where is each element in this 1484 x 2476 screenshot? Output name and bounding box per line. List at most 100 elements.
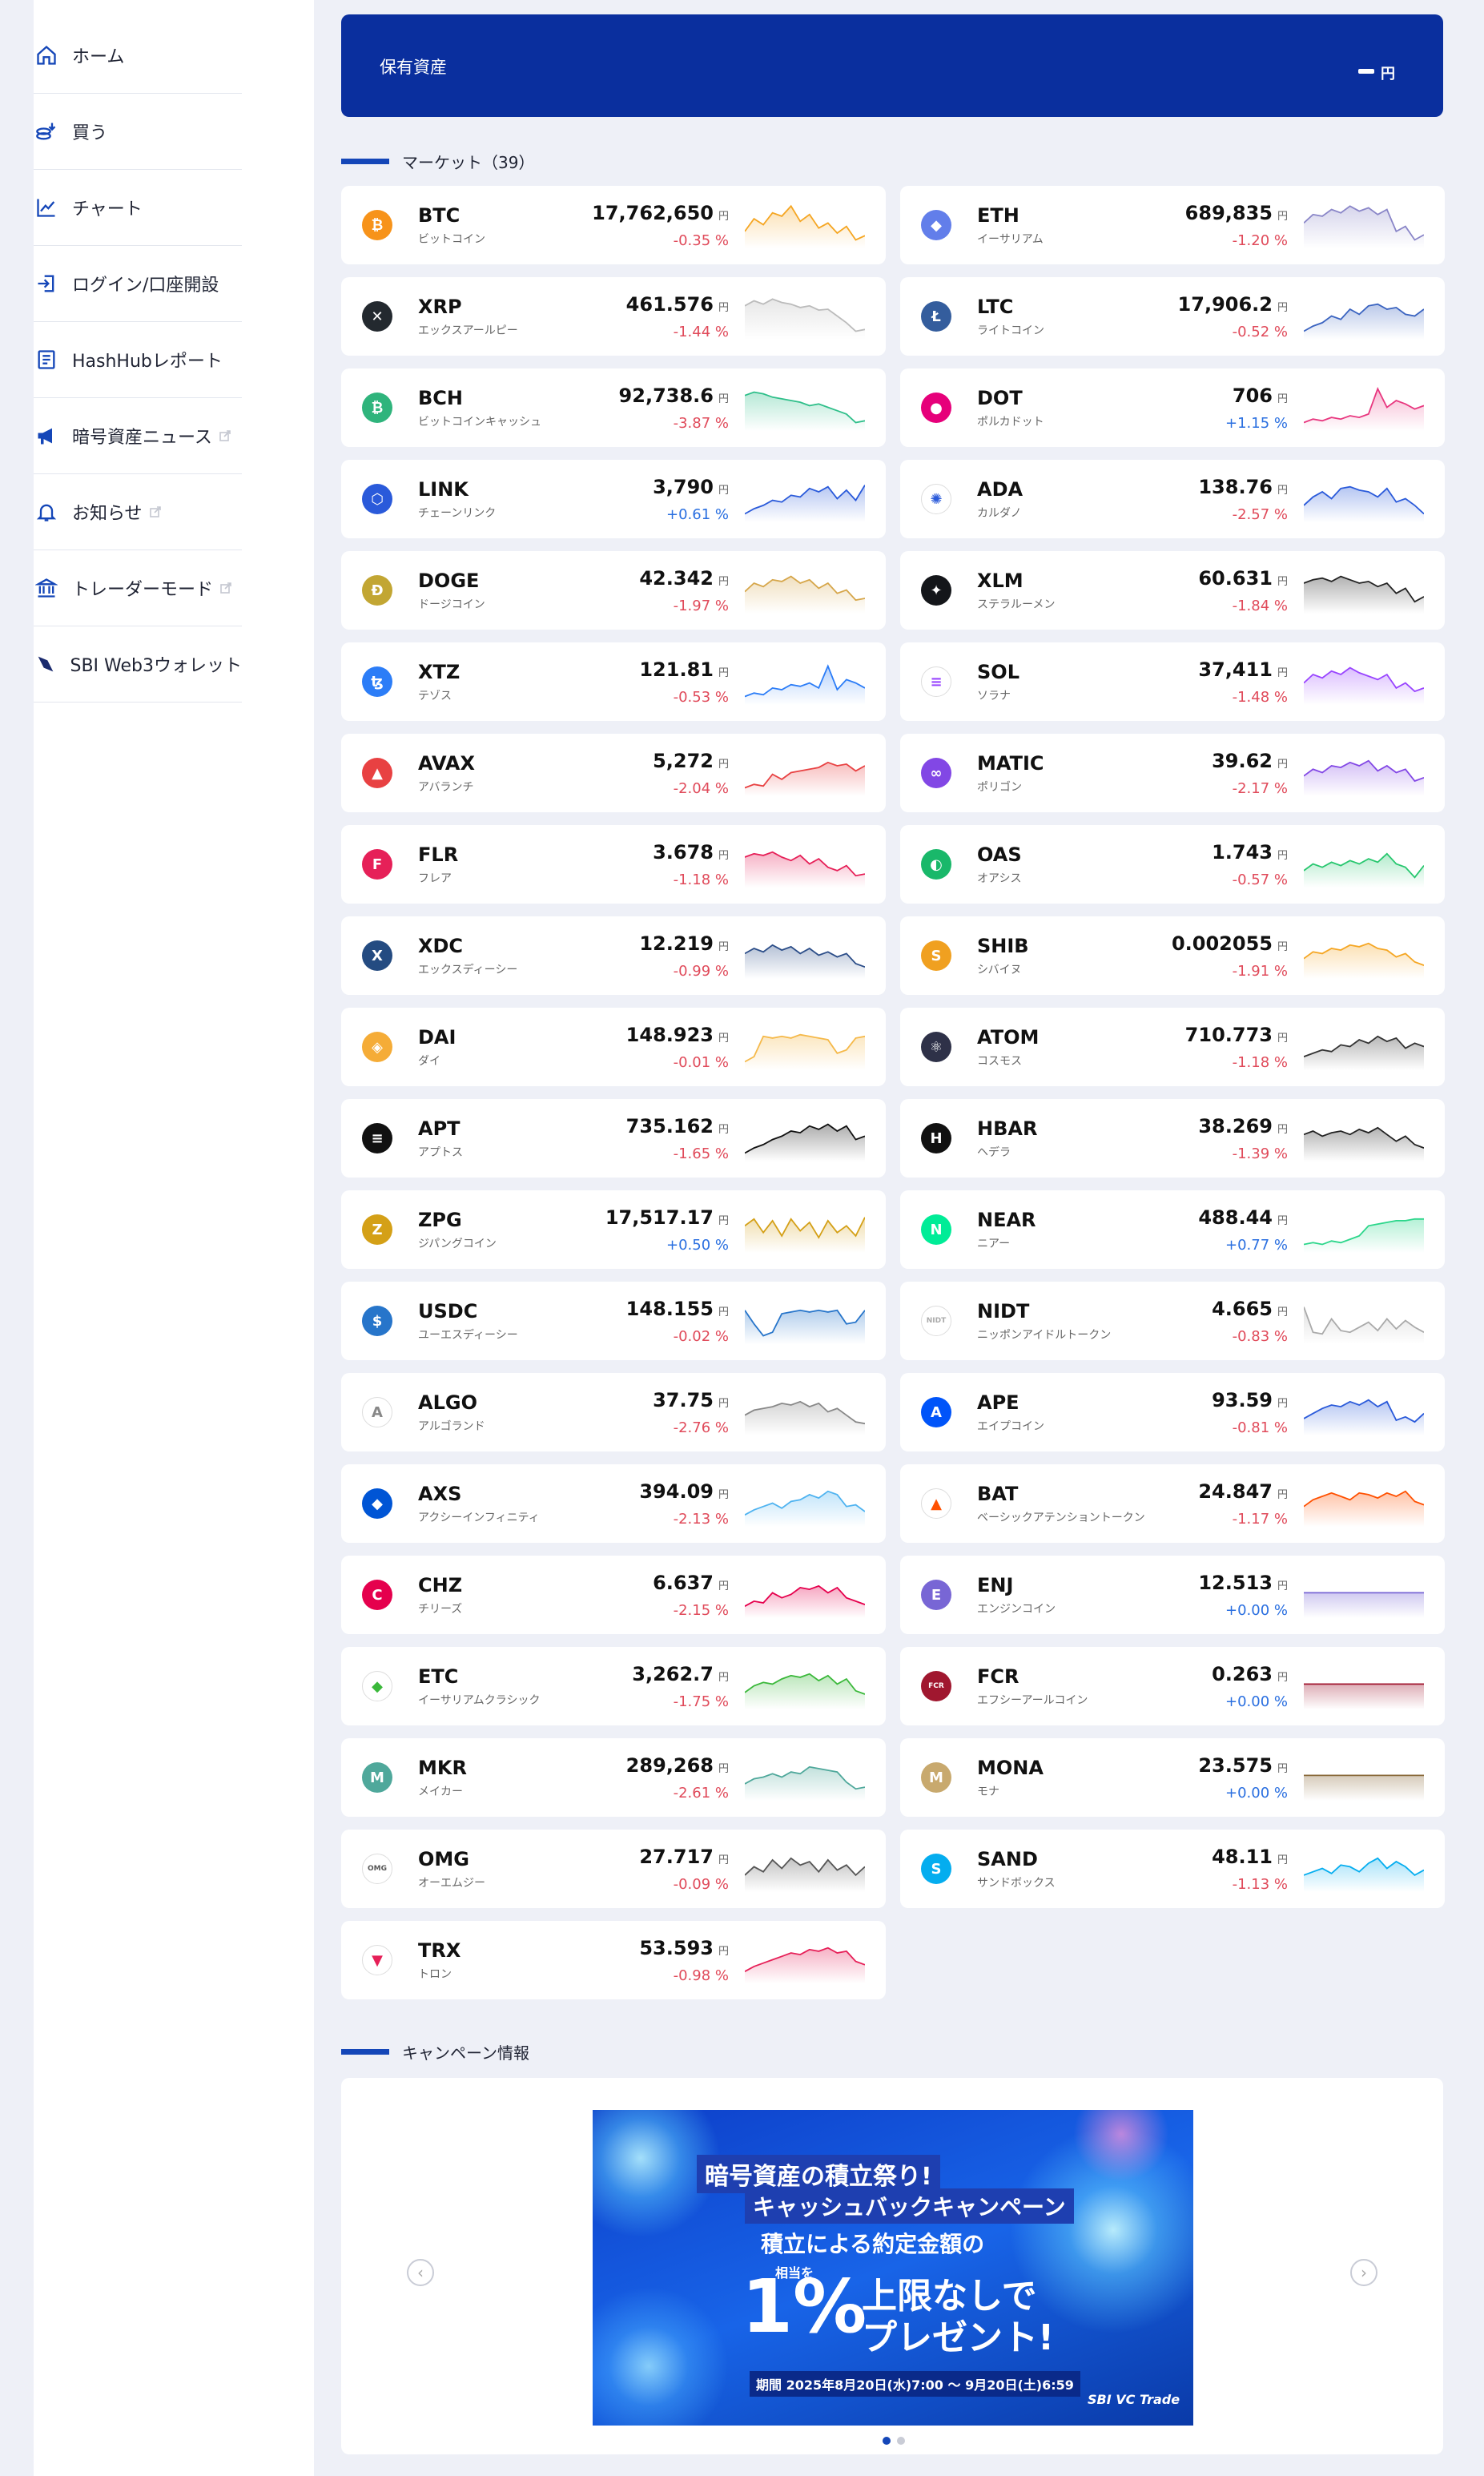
coin-card-flr[interactable]: F FLR フレア 3.678 円 -1.18 % (341, 825, 886, 904)
sidebar-item-notice[interactable]: お知らせ (34, 474, 242, 550)
coin-card-link[interactable]: ⬡ LINK チェーンリンク 3,790 円 +0.61 % (341, 460, 886, 538)
coin-card-xlm[interactable]: ✦ XLM ステラルーメン 60.631 円 -1.84 % (900, 551, 1445, 630)
coin-card-eth[interactable]: ◆ ETH イーサリアム 689,835 円 -1.20 % (900, 186, 1445, 264)
coin-card-avax[interactable]: ▲ AVAX アバランチ 5,272 円 -2.04 % (341, 734, 886, 812)
coin-change: +0.00 % (1225, 1785, 1288, 1802)
coin-price-block: 121.81 円 -0.53 % (570, 658, 729, 706)
price-unit: 円 (1277, 1124, 1288, 1136)
coin-card-nidt[interactable]: NIDT NIDT ニッポンアイドルトークン 4.665 円 -0.83 % (900, 1282, 1445, 1360)
coin-card-fcr[interactable]: FCR FCR エフシーアールコイン 0.263 円 +0.00 % (900, 1647, 1445, 1725)
sidebar-item-home[interactable]: ホーム (34, 18, 242, 94)
coin-card-enj[interactable]: E ENJ エンジンコイン 12.513 円 +0.00 % (900, 1556, 1445, 1634)
coin-card-atom[interactable]: ⚛ ATOM コスモス 710.773 円 -1.18 % (900, 1008, 1445, 1086)
price-unit: 円 (718, 1672, 729, 1684)
coin-card-doge[interactable]: Ð DOGE ドージコイン 42.342 円 -1.97 % (341, 551, 886, 630)
campaign-banner[interactable]: 暗号資産の積立祭り! キャッシュバックキャンペーン 積立による約定金額の 相当を… (593, 2110, 1193, 2426)
coin-price-block: 4.665 円 -0.83 % (1129, 1297, 1288, 1345)
sidebar-item-report[interactable]: HashHubレポート (34, 322, 242, 398)
coin-price: 5,272 円 (570, 749, 729, 777)
sidebar-item-chart[interactable]: チャート (34, 170, 242, 246)
sparkline-area (745, 1947, 865, 1983)
carousel-prev-button[interactable]: ‹ (407, 2259, 434, 2286)
enj-logo-icon: E (921, 1580, 951, 1610)
coin-name-block: BCH ビットコインキャッシュ (418, 386, 570, 429)
holdings-card[interactable]: 保有資産 円 (341, 14, 1443, 117)
coin-card-dot[interactable]: ● DOT ポルカドット 706 円 +1.15 % (900, 368, 1445, 447)
coin-card-sand[interactable]: S SAND サンドボックス 48.11 円 -1.13 % (900, 1830, 1445, 1908)
sparkline-chart (1304, 759, 1424, 796)
sparkline-chart (1304, 852, 1424, 888)
coin-price-value: 92,738.6 (618, 384, 714, 407)
carousel-dot[interactable] (897, 2437, 905, 2445)
carousel-dot[interactable] (883, 2437, 891, 2445)
megaphone-icon (34, 423, 59, 449)
coin-card-usdc[interactable]: $ USDC ユーエスディーシー 148.155 円 -0.02 % (341, 1282, 886, 1360)
coin-card-apt[interactable]: ≡ APT アプトス 735.162 円 -1.65 % (341, 1099, 886, 1178)
coin-name-block: XRP エックスアールピー (418, 295, 570, 338)
coin-change: -0.35 % (673, 232, 729, 249)
coin-card-mona[interactable]: M MONA モナ 23.575 円 +0.00 % (900, 1738, 1445, 1817)
coin-card-mkr[interactable]: M MKR メイカー 289,268 円 -2.61 % (341, 1738, 886, 1817)
coin-card-xtz[interactable]: ꜩ XTZ テゾス 121.81 円 -0.53 % (341, 642, 886, 721)
coin-card-dai[interactable]: ◈ DAI ダイ 148.923 円 -0.01 % (341, 1008, 886, 1086)
sidebar-item-buy[interactable]: 買う (34, 94, 242, 170)
coin-card-ada[interactable]: ✺ ADA カルダノ 138.76 円 -2.57 % (900, 460, 1445, 538)
coin-symbol: FCR (977, 1665, 1019, 1688)
coin-card-shib[interactable]: S SHIB シバイヌ 0.002055 円 -1.91 % (900, 916, 1445, 995)
coin-price-value: 4.665 (1212, 1298, 1273, 1320)
coin-card-ape[interactable]: A APE エイプコイン 93.59 円 -0.81 % (900, 1373, 1445, 1451)
coin-symbol: OMG (418, 1848, 469, 1870)
coin-price-value: 27.717 (639, 1846, 714, 1868)
sidebar-item-trader-mode[interactable]: トレーダーモード (34, 550, 242, 626)
coin-card-xdc[interactable]: X XDC エックスディーシー 12.219 円 -0.99 % (341, 916, 886, 995)
coin-name-block: ADA カルダノ (977, 477, 1129, 521)
coin-price-value: 17,517.17 (605, 1206, 714, 1229)
coin-card-xrp[interactable]: ✕ XRP エックスアールピー 461.576 円 -1.44 % (341, 277, 886, 356)
sparkline-area (1304, 1127, 1424, 1162)
sidebar-item-label: 買う (72, 123, 108, 143)
coin-symbol: FLR (418, 843, 459, 866)
coin-symbol: BAT (977, 1483, 1019, 1505)
coin-card-near[interactable]: N NEAR ニアー 488.44 円 +0.77 % (900, 1190, 1445, 1269)
coin-symbol: MATIC (977, 752, 1044, 775)
coin-price-block: 42.342 円 -1.97 % (570, 566, 729, 614)
coin-card-algo[interactable]: A ALGO アルゴランド 37.75 円 -2.76 % (341, 1373, 886, 1451)
coin-change: -0.53 % (673, 689, 729, 706)
coin-japanese-name: フレア (418, 872, 452, 885)
coin-price: 710.773 円 (1129, 1023, 1288, 1051)
coin-card-zpg[interactable]: Z ZPG ジパングコイン 17,517.17 円 +0.50 % (341, 1190, 886, 1269)
price-unit: 円 (718, 302, 729, 314)
coin-price: 12.219 円 (570, 932, 729, 960)
sidebar-item-wallet[interactable]: SBI Web3ウォレット (34, 626, 242, 703)
coin-card-bch[interactable]: ₿ BCH ビットコインキャッシュ 92,738.6 円 -3.87 % (341, 368, 886, 447)
sidebar-item-label: 暗号資産ニュース (72, 428, 212, 448)
sidebar-item-login[interactable]: ログイン/口座開設 (34, 246, 242, 322)
coin-card-sol[interactable]: ≡ SOL ソラナ 37,411 円 -1.48 % (900, 642, 1445, 721)
coin-price-block: 38.269 円 -1.39 % (1129, 1114, 1288, 1162)
coin-card-hbar[interactable]: H HBAR ヘデラ 38.269 円 -1.39 % (900, 1099, 1445, 1178)
sparkline-area (745, 666, 865, 705)
coin-card-axs[interactable]: ◆ AXS アクシーインフィニティ 394.09 円 -2.13 % (341, 1464, 886, 1543)
coin-price-block: 3,790 円 +0.61 % (570, 475, 729, 523)
coin-card-bat[interactable]: ▲ BAT ベーシックアテンショントークン 24.847 円 -1.17 % (900, 1464, 1445, 1543)
coin-card-matic[interactable]: ∞ MATIC ポリゴン 39.62 円 -2.17 % (900, 734, 1445, 812)
coin-japanese-name: エイプコイン (977, 1420, 1044, 1433)
coin-card-oas[interactable]: ◐ OAS オアシス 1.743 円 -0.57 % (900, 825, 1445, 904)
sparkline-chart (1304, 1592, 1424, 1618)
coin-card-btc[interactable]: ₿ BTC ビットコイン 17,762,650 円 -0.35 % (341, 186, 886, 264)
sparkline-chart (745, 1217, 865, 1253)
coin-card-chz[interactable]: C CHZ チリーズ 6.637 円 -2.15 % (341, 1556, 886, 1634)
coin-name-block: OAS オアシス (977, 843, 1129, 886)
price-unit: 円 (718, 1854, 729, 1866)
coin-symbol: BCH (418, 387, 463, 409)
sparkline-chart (1304, 1218, 1424, 1253)
price-unit: 円 (1277, 576, 1288, 588)
coin-card-omg[interactable]: OMG OMG オーエムジー 27.717 円 -0.09 % (341, 1830, 886, 1908)
coin-name-block: MKR メイカー (418, 1756, 570, 1799)
coin-card-etc[interactable]: ◆ ETC イーサリアムクラシック 3,262.7 円 -1.75 % (341, 1647, 886, 1725)
sidebar-item-news[interactable]: 暗号資産ニュース (34, 398, 242, 474)
coin-price-block: 735.162 円 -1.65 % (570, 1114, 729, 1162)
coin-card-trx[interactable]: ▼ TRX トロン 53.593 円 -0.98 % (341, 1921, 886, 1999)
carousel-next-button[interactable]: › (1350, 2259, 1377, 2286)
coin-card-ltc[interactable]: Ł LTC ライトコイン 17,906.2 円 -0.52 % (900, 277, 1445, 356)
